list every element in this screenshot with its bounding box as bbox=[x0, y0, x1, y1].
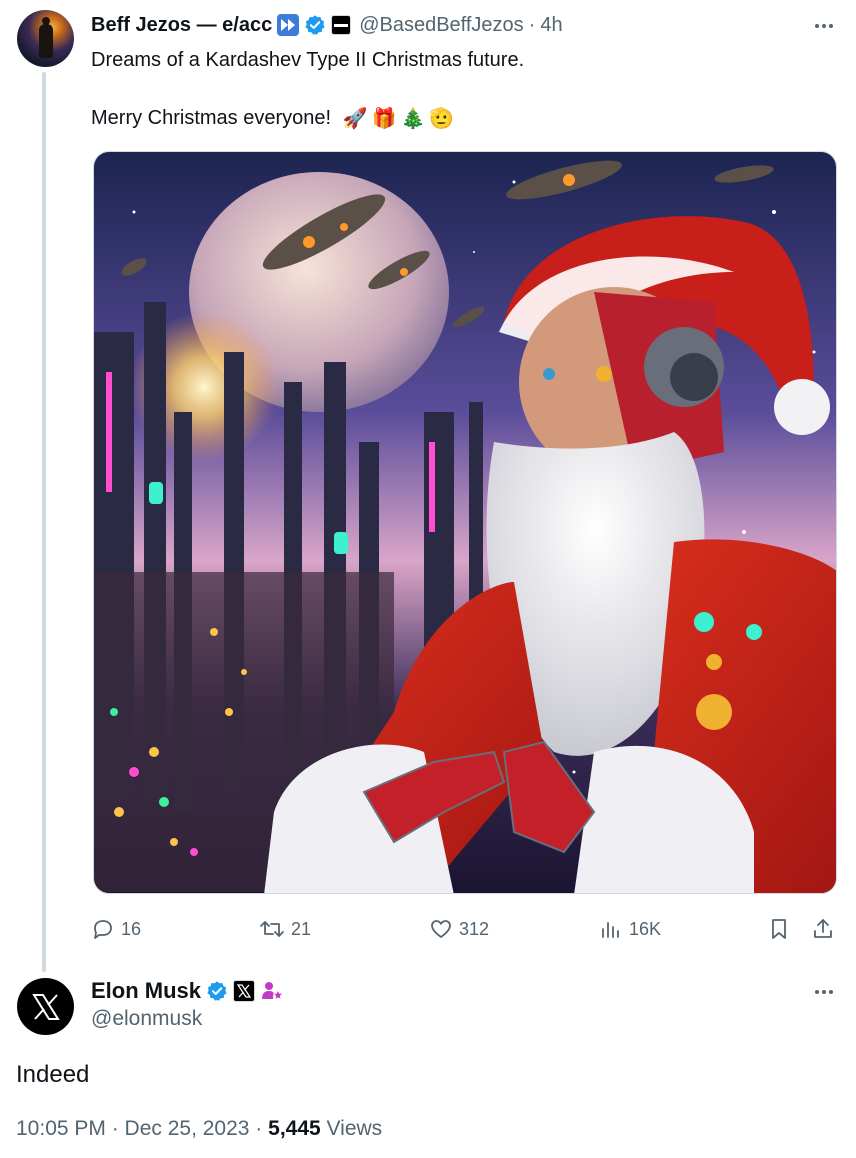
bookmark-button[interactable] bbox=[767, 914, 791, 944]
repost-button[interactable]: 21 bbox=[259, 914, 311, 944]
rocket-emoji: 🚀 bbox=[342, 107, 368, 130]
verified-badge-icon[interactable] bbox=[206, 980, 228, 1002]
like-button[interactable]: 312 bbox=[429, 914, 489, 944]
reply-header: Elon Musk bbox=[91, 977, 284, 1005]
repost-icon bbox=[260, 921, 284, 937]
like-count: 312 bbox=[459, 918, 490, 939]
analytics-icon bbox=[602, 922, 619, 938]
santa-cyborg-illustration bbox=[94, 152, 836, 893]
reply-author-handle[interactable]: @elonmusk bbox=[91, 1007, 202, 1031]
views-button[interactable]: 16K bbox=[599, 914, 661, 944]
views-label: Views bbox=[320, 1117, 383, 1140]
christmas-tree-emoji: 🎄 bbox=[400, 107, 426, 130]
more-options-icon[interactable] bbox=[809, 16, 839, 36]
beff-jezos-avatar[interactable] bbox=[17, 10, 74, 67]
user-star-icon[interactable] bbox=[260, 979, 284, 1003]
elon-musk-avatar[interactable] bbox=[17, 978, 74, 1035]
share-button[interactable] bbox=[811, 914, 835, 944]
repost-count: 21 bbox=[291, 918, 312, 939]
x-affiliation-badge-icon[interactable] bbox=[233, 980, 256, 1002]
avatar-figure bbox=[39, 17, 53, 58]
share-icon bbox=[814, 919, 832, 938]
tweet-text-line2: Merry Christmas everyone! bbox=[91, 107, 332, 129]
author-handle[interactable]: @BasedBeffJezos bbox=[359, 14, 523, 37]
reply-view-count: 5,445 bbox=[268, 1117, 321, 1140]
reply-button[interactable]: 16 bbox=[91, 914, 141, 944]
fast-forward-icon bbox=[277, 14, 300, 36]
verified-badge-icon[interactable] bbox=[304, 14, 326, 36]
tweet-text-line1: Dreams of a Kardashev Type II Christmas … bbox=[91, 49, 525, 71]
saluting-face-emoji: 🫡 bbox=[429, 107, 455, 130]
separator-dot: · bbox=[528, 13, 536, 36]
gift-emoji: 🎁 bbox=[371, 107, 397, 130]
reply-timestamp[interactable]: 10:05 PM · Dec 25, 2023 · bbox=[16, 1117, 268, 1140]
reply-more-options-icon[interactable] bbox=[809, 982, 839, 1002]
bookmark-icon bbox=[772, 919, 786, 939]
tweet-text-line2-container: Merry Christmas everyone! 🚀 🎁 🎄 🫡 bbox=[91, 105, 454, 131]
reply-text: Indeed bbox=[16, 1061, 90, 1088]
reply-count: 16 bbox=[121, 918, 142, 939]
thread-connector-line bbox=[42, 72, 46, 972]
view-count: 16K bbox=[629, 918, 662, 939]
author-display-name[interactable]: Beff Jezos — e/acc bbox=[91, 14, 272, 37]
tweet-time[interactable]: 4h bbox=[540, 14, 562, 37]
heart-icon bbox=[431, 920, 451, 938]
x-logo-icon bbox=[31, 993, 60, 1020]
reply-metadata: 10:05 PM · Dec 25, 2023 · 5,445 Views bbox=[16, 1117, 382, 1141]
reply-icon bbox=[94, 920, 112, 939]
tweet-header: Beff Jezos — e/acc @BasedBeffJezos · 4h bbox=[91, 12, 563, 38]
tweet-media-image[interactable] bbox=[93, 151, 837, 894]
tweet-action-bar: 16 21 312 16K bbox=[91, 914, 837, 944]
affiliation-badge-icon[interactable] bbox=[331, 15, 352, 35]
reply-author-display-name[interactable]: Elon Musk bbox=[91, 978, 201, 1004]
